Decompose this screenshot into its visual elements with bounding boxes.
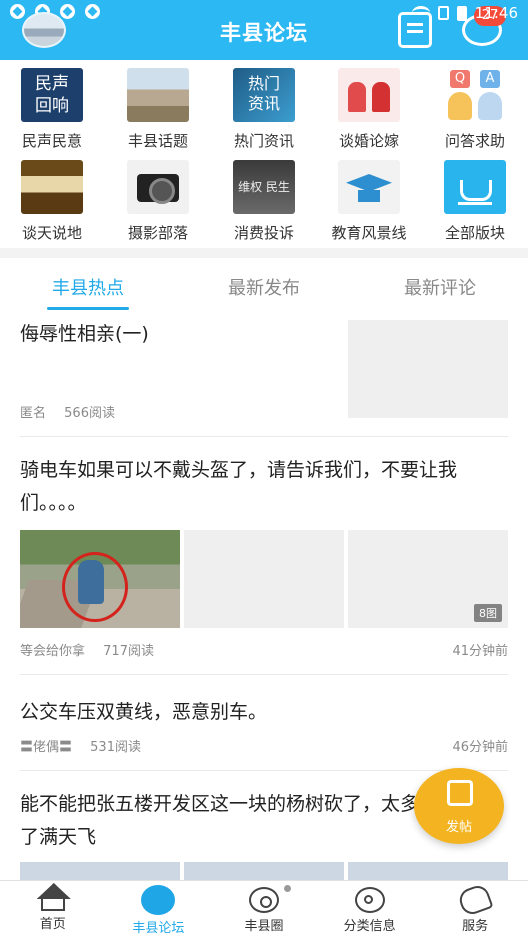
qa-icon: QA — [444, 68, 506, 122]
education-icon — [338, 160, 400, 214]
post-meta: 〓佬偶〓 531阅读 46分钟前 — [20, 736, 508, 755]
category-grid: 民声 回响 民声民意 丰县话题 热门 资讯 热门资讯 谈婚论嫁 QA 问答求助 谈天… — [0, 62, 528, 246]
post-title: 骑电车如果可以不戴头盔了，请告诉我们，不要让我们。。。。 — [20, 459, 458, 514]
feed-post[interactable]: 公交车压双黄线，恶意别车。 — [20, 696, 508, 729]
tab-label: 丰县热点 — [52, 278, 124, 299]
nav-classified[interactable]: 分类信息 — [317, 881, 423, 940]
post-thumbnail — [348, 320, 508, 418]
category-all-sections[interactable]: 全部版块 — [423, 154, 527, 243]
category-complaint[interactable]: 维权 民生 消费投诉 — [212, 154, 316, 243]
post-reads: 717阅读 — [103, 644, 154, 659]
nav-label: 服务 — [462, 919, 489, 934]
post-thumbnail — [20, 862, 180, 880]
post-thumbnail — [184, 862, 344, 880]
marriage-icon — [338, 68, 400, 122]
camera-icon — [127, 160, 189, 214]
post-reads: 566阅读 — [64, 406, 115, 421]
post-divider — [20, 436, 508, 437]
post-author: 〓佬偶〓 — [20, 740, 73, 755]
app-screen: 丰县论坛 27 11:46 民声 回响 民声民意 丰县话题 热门 资讯 热门资讯 谈… — [0, 0, 528, 940]
feed-post[interactable]: 骑电车如果可以不戴头盔了，请告诉我们，不要让我们。。。。 — [20, 454, 508, 520]
post-author: 匿名 — [20, 406, 47, 421]
category-label: 摄影部落 — [127, 224, 188, 242]
unread-dot — [283, 885, 291, 892]
category-label: 丰县话题 — [127, 132, 188, 150]
category-photography[interactable]: 摄影部落 — [106, 154, 210, 243]
category-education[interactable]: 教育风景线 — [317, 154, 421, 243]
service-icon — [456, 882, 494, 918]
top-header: 丰县论坛 27 11:46 — [0, 0, 528, 60]
category-qa[interactable]: QA 问答求助 — [423, 62, 527, 151]
battery-icon — [456, 5, 467, 21]
post-time: 41分钟前 — [452, 644, 508, 659]
feed-post[interactable]: 能不能把张五楼开发区这一块的杨树砍了，太多了满天飞 — [20, 788, 420, 854]
category-label: 问答求助 — [444, 132, 505, 150]
tab-label: 最新评论 — [404, 278, 476, 299]
category-chat[interactable]: 谈天说地 — [0, 154, 104, 243]
category-label: 民声民意 — [21, 132, 82, 150]
post-meta: 等会给你拿 717阅读 41分钟前 — [20, 640, 508, 659]
all-sections-icon — [444, 160, 506, 214]
image-count-badge: 8图 — [474, 604, 502, 622]
sim-icon — [437, 6, 449, 20]
forum-icon — [141, 885, 176, 915]
complaint-icon: 维权 民生 — [233, 160, 295, 214]
hot-news-icon: 热门 资讯 — [233, 68, 295, 122]
category-label: 全部版块 — [444, 224, 505, 242]
nav-circle[interactable]: 丰县圈 — [211, 881, 317, 940]
edit-icon — [447, 780, 473, 806]
post-title: 能不能把张五楼开发区这一块的杨树砍了，太多了满天飞 — [20, 793, 420, 848]
home-icon — [40, 895, 65, 911]
nav-label: 丰县圈 — [244, 919, 284, 934]
section-divider — [0, 248, 528, 258]
feed-tabs: 丰县热点 最新发布 最新评论 — [0, 258, 528, 312]
bottom-nav: 首页 丰县论坛 丰县圈 分类信息 服务 — [0, 880, 528, 940]
nav-service[interactable]: 服务 — [422, 881, 528, 940]
new-post-button[interactable]: 发帖 — [414, 768, 504, 844]
new-post-label: 发帖 — [445, 820, 472, 835]
tab-latest-comments[interactable]: 最新评论 — [352, 258, 528, 312]
post-title: 公交车压双黄线，恶意别车。 — [20, 701, 268, 723]
category-label: 谈婚论嫁 — [338, 132, 399, 150]
circle-icon — [248, 887, 279, 913]
post-thumbnail — [348, 862, 508, 880]
nav-home[interactable]: 首页 — [0, 881, 106, 940]
category-label: 教育风景线 — [331, 224, 407, 242]
nav-label: 分类信息 — [343, 919, 396, 934]
nav-forum[interactable]: 丰县论坛 — [106, 881, 212, 940]
post-meta: 匿名 566阅读 — [20, 402, 320, 421]
category-minsheng[interactable]: 民声 回响 民声民意 — [0, 62, 104, 151]
post-author: 等会给你拿 — [20, 644, 86, 659]
status-time: 11:46 — [474, 4, 518, 22]
active-tab-indicator — [47, 307, 129, 310]
category-label: 热门资讯 — [233, 132, 294, 150]
status-bar-right: 11:46 — [411, 4, 518, 22]
wifi-icon — [411, 6, 430, 20]
category-fengxian-topic[interactable]: 丰县话题 — [106, 62, 210, 151]
fengxian-topic-icon — [127, 68, 189, 122]
tab-label: 最新发布 — [228, 278, 300, 299]
category-label: 谈天说地 — [21, 224, 82, 242]
post-divider — [20, 674, 508, 675]
post-time: 46分钟前 — [452, 740, 508, 755]
post-reads: 531阅读 — [90, 740, 141, 755]
post-thumbnail: 8图 — [348, 530, 508, 628]
category-label: 消费投诉 — [233, 224, 294, 242]
category-hot-news[interactable]: 热门 资讯 热门资讯 — [212, 62, 316, 151]
nav-label: 丰县论坛 — [132, 921, 185, 936]
tab-latest-posts[interactable]: 最新发布 — [176, 258, 352, 312]
tea-icon — [21, 160, 83, 214]
post-photo — [20, 530, 180, 628]
classified-icon — [354, 887, 385, 913]
minsheng-icon: 民声 回响 — [21, 68, 83, 122]
tab-fengxian-hot[interactable]: 丰县热点 — [0, 258, 176, 312]
post-divider — [20, 770, 508, 771]
post-thumbnail — [184, 530, 344, 628]
nav-label: 首页 — [39, 917, 66, 932]
category-marriage[interactable]: 谈婚论嫁 — [317, 62, 421, 151]
